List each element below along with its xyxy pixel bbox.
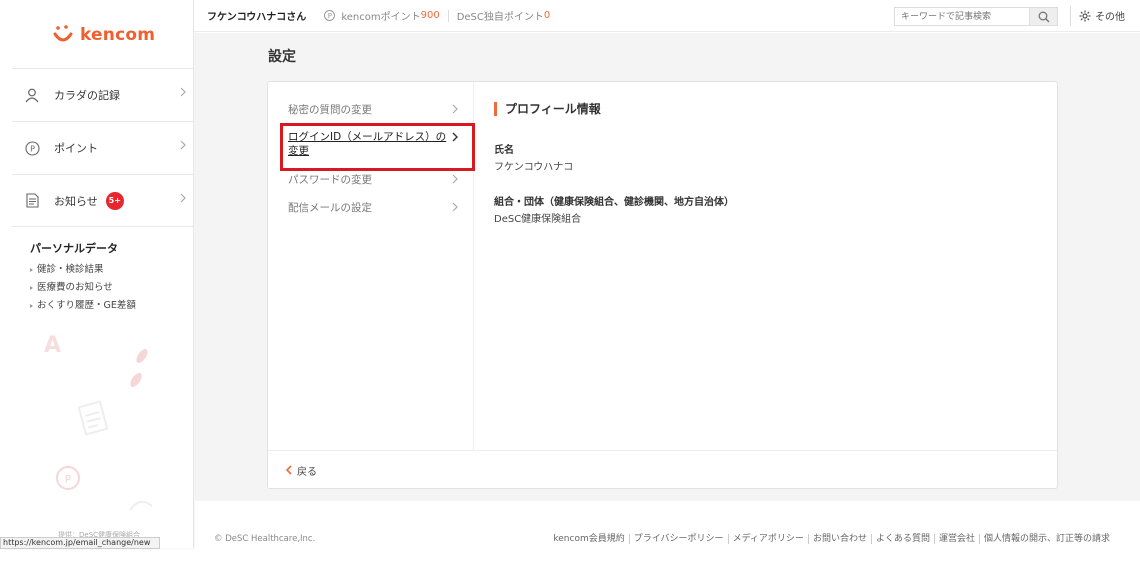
footer-link-privacy[interactable]: プライバシーポリシー [628, 534, 728, 544]
menu-item-mail-settings[interactable]: 配信メールの設定 [288, 200, 458, 215]
sidebar-item-body-record[interactable]: カラダの記録 [12, 68, 194, 121]
personal-data-link[interactable]: 健診・検診結果 [30, 261, 136, 279]
chevron-right-icon [452, 104, 458, 114]
sidebar-item-label: お知らせ [54, 194, 98, 208]
menu-item-password[interactable]: パスワードの変更 [288, 172, 458, 187]
menu-item-label: 秘密の質問の変更 [288, 104, 372, 116]
settings-card: 秘密の質問の変更 ログインID（メールアドレス）の変更 パスワードの変更 配信メ… [267, 81, 1058, 489]
sidebar-item-label: ポイント [54, 142, 98, 155]
chevron-right-icon [452, 174, 458, 184]
person-icon [24, 87, 40, 103]
organization-label: 組合・団体（健康保険組合、健診機関、地方自治体） [494, 197, 734, 208]
footer-link-terms[interactable]: kencom会員規約 [549, 534, 628, 544]
sidebar: kencom カラダの記録 P ポイント お知らせ 5+ パーソナルデータ 健診… [0, 0, 194, 548]
status-url-bar: https://kencom.jp/email_change/new [0, 537, 160, 549]
name-label: 氏名 [494, 145, 514, 156]
notification-badge: 5+ [105, 191, 124, 210]
svg-text:P: P [65, 473, 72, 486]
other-label: その他 [1095, 12, 1125, 23]
chevron-right-icon [180, 193, 186, 203]
search-icon [1038, 11, 1050, 23]
sidebar-item-point[interactable]: P ポイント [12, 121, 194, 174]
point-icon: P [324, 10, 336, 21]
sidebar-nav: カラダの記録 P ポイント お知らせ 5+ [12, 68, 194, 227]
sidebar-item-label: カラダの記録 [54, 89, 120, 102]
divider [1070, 6, 1071, 26]
other-menu-button[interactable]: その他 [1079, 8, 1125, 23]
chevron-right-icon [452, 132, 458, 142]
chevron-right-icon [180, 87, 186, 97]
menu-item-login-id[interactable]: ログインID（メールアドレス）の変更 [280, 123, 475, 171]
footer-links: kencom会員規約 プライバシーポリシー メディアポリシー お問い合わせ よく… [549, 534, 1114, 544]
personal-data-link[interactable]: 医療費のお知らせ [30, 279, 136, 297]
article-search [894, 7, 1058, 26]
card-footer: 戻る [268, 450, 1057, 489]
footer-link-media[interactable]: メディアポリシー [727, 534, 808, 544]
copyright: © DeSC Healthcare,Inc. [214, 534, 316, 544]
top-bar: フケンコウハナコさん P kencomポイント900 DeSC独自ポイント0 そ… [194, 0, 1140, 32]
logo-text: kencom [80, 25, 156, 45]
footer-link-company[interactable]: 運営会社 [933, 534, 979, 544]
menu-item-label: ログインID（メールアドレス）の変更 [288, 131, 447, 157]
chevron-left-icon [286, 465, 292, 475]
main-area: 設定 秘密の質問の変更 ログインID（メールアドレス）の変更 パスワードの変更 … [195, 33, 1140, 501]
logo[interactable]: kencom [52, 22, 155, 48]
desc-point-value: 0 [543, 10, 551, 21]
name-value: フケンコウハナコ [494, 162, 574, 173]
desc-point-label: DeSC独自ポイント [456, 12, 544, 23]
sidebar-item-news[interactable]: お知らせ 5+ [12, 174, 194, 227]
back-label: 戻る [297, 466, 317, 478]
smile-logo-icon [53, 25, 73, 42]
document-icon [24, 193, 40, 209]
organization-value: DeSC健康保険組合 [494, 214, 582, 225]
chevron-right-icon [452, 202, 458, 212]
personal-data-link[interactable]: おくすり履歴・GE差額 [30, 297, 136, 315]
menu-item-label: 配信メールの設定 [288, 202, 372, 214]
settings-menu: 秘密の質問の変更 ログインID（メールアドレス）の変更 パスワードの変更 配信メ… [268, 82, 475, 450]
search-button[interactable] [1029, 8, 1057, 25]
kencom-point-value: 900 [420, 10, 440, 21]
chevron-right-icon [180, 140, 186, 150]
point-icon: P [24, 140, 40, 156]
menu-item-secret-question[interactable]: 秘密の質問の変更 [288, 102, 458, 117]
back-link[interactable]: 戻る [286, 463, 317, 478]
menu-item-label: パスワードの変更 [288, 174, 372, 186]
footer-link-faq[interactable]: よくある質問 [870, 534, 934, 544]
page-footer: © DeSC Healthcare,Inc. kencom会員規約 プライバシー… [195, 501, 1140, 567]
footer-link-disclosure[interactable]: 個人情報の開示、訂正等の請求 [978, 534, 1114, 544]
svg-text:P: P [30, 144, 35, 153]
decorative-illustration: A P [44, 333, 153, 511]
page-title: 設定 [268, 49, 296, 65]
footer-link-contact[interactable]: お問い合わせ [807, 534, 871, 544]
personal-data-section: パーソナルデータ 健診・検診結果 医療費のお知らせ おくすり履歴・GE差額 [30, 240, 136, 315]
kencom-point-label: kencomポイント [341, 12, 421, 23]
divider [447, 9, 449, 22]
svg-text:A: A [44, 333, 61, 358]
personal-data-title: パーソナルデータ [30, 242, 118, 255]
section-title: プロフィール情報 [494, 102, 601, 116]
user-name: フケンコウハナコさん [207, 12, 307, 23]
search-input[interactable] [895, 8, 1029, 25]
gear-icon [1079, 10, 1091, 21]
